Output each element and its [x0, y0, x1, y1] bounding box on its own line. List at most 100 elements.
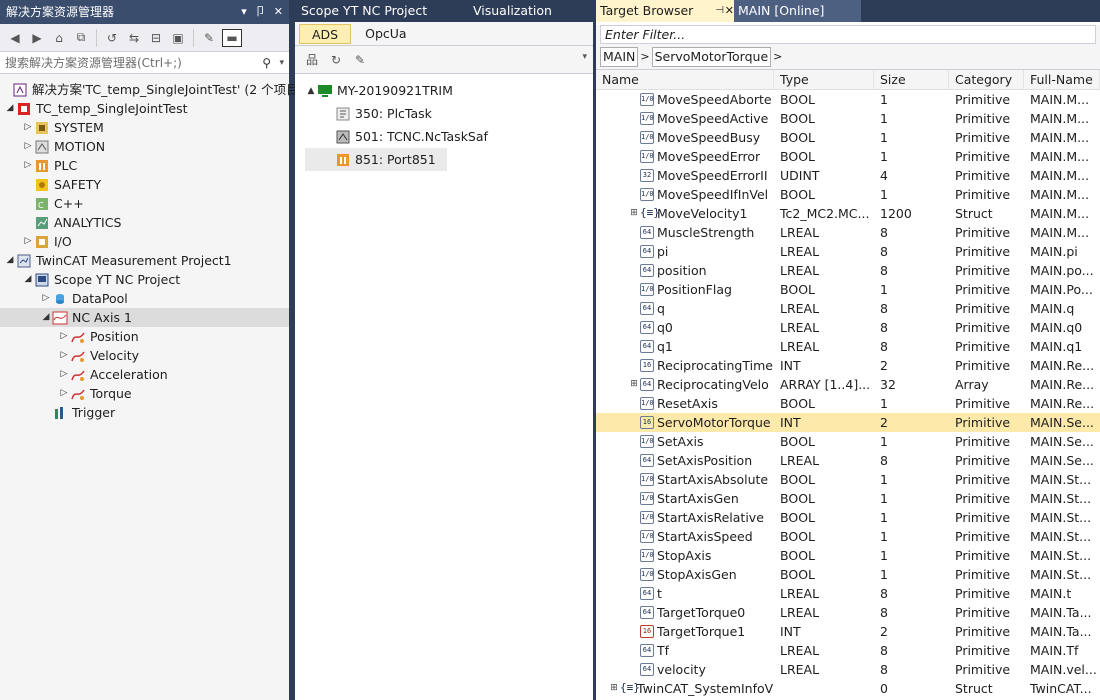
sidebar-item-c++[interactable]: C C++	[0, 194, 289, 213]
sidebar-item-motion[interactable]: ▷ MOTION	[0, 137, 289, 156]
sidebar-item-analytics[interactable]: ANALYTICS	[0, 213, 289, 232]
expand-arrow-icon[interactable]: ▲	[305, 86, 317, 96]
table-row[interactable]: 1/0 StartAxisGen BOOL 1 Primitive MAIN.St...	[596, 489, 1100, 508]
table-row[interactable]: 1/0 StartAxisRelative BOOL 1 Primitive MAIN.S…	[596, 508, 1100, 527]
column-name[interactable]: Name	[596, 70, 774, 89]
table-row[interactable]: 64 q LREAL 8 Primitive MAIN.q	[596, 299, 1100, 318]
sidebar-item-nc-axis-1[interactable]: ◢ NC Axis 1	[0, 308, 289, 327]
table-row[interactable]: 1/0 PositionFlag BOOL 1 Primitive MAIN.Po...	[596, 280, 1100, 299]
expand-arrow-icon[interactable]: ▷	[58, 384, 70, 403]
close-icon[interactable]: ✕	[725, 0, 734, 22]
properties-icon[interactable]: ✎	[200, 29, 218, 47]
table-row[interactable]: 64 velocity LREAL 8 Primitive MAIN.vel...	[596, 660, 1100, 679]
table-row[interactable]: 64 q0 LREAL 8 Primitive MAIN.q0	[596, 318, 1100, 337]
table-row[interactable]: 1/0 MoveSpeedAborte BOOL 1 Primitive MAIN.M..…	[596, 90, 1100, 109]
target-root[interactable]: ▲ MY-20190921TRIM	[305, 79, 593, 102]
table-row[interactable]: 1/0 MoveSpeedError BOOL 1 Primitive MAIN.M...	[596, 147, 1100, 166]
sidebar-item-velocity[interactable]: ▷ Velocity	[0, 346, 289, 365]
table-row[interactable]: 16 TargetTorque1 INT 2 Primitive MAIN.Ta...	[596, 622, 1100, 641]
sidebar-item-acceleration[interactable]: ▷ Acceleration	[0, 365, 289, 384]
table-row[interactable]: ⊞ {≡} TwinCAT_SystemInfoV 0 Struct TwinCAT...	[596, 679, 1100, 698]
table-row[interactable]: 1/0 MoveSpeedActive BOOL 1 Primitive MAIN.M..…	[596, 109, 1100, 128]
table-row[interactable]: 1/0 StopAxisGen BOOL 1 Primitive MAIN.St...	[596, 565, 1100, 584]
table-row[interactable]: 1/0 StopAxis BOOL 1 Primitive MAIN.St...	[596, 546, 1100, 565]
search-options-icon[interactable]: ▾	[279, 52, 284, 74]
tab-main-online[interactable]: MAIN [Online]	[734, 0, 861, 22]
sidebar-item-tc-temp-singlejointtest[interactable]: ◢ TC_temp_SingleJointTest	[0, 99, 289, 118]
home-icon[interactable]: ⌂	[50, 29, 68, 47]
filter-input[interactable]: Enter Filter...	[600, 25, 1096, 44]
sidebar-item-position[interactable]: ▷ Position	[0, 327, 289, 346]
sidebar-item-trigger[interactable]: Trigger	[0, 403, 289, 422]
collapse-arrow-icon[interactable]: ◢	[4, 251, 16, 270]
sidebar-item-torque[interactable]: ▷ Torque	[0, 384, 289, 403]
breadcrumb-servo[interactable]: ServoMotorTorque	[651, 46, 772, 67]
table-row[interactable]: 32 MoveSpeedErrorII UDINT 4 Primitive MAIN.M.…	[596, 166, 1100, 185]
switch-views-icon[interactable]: ⧉	[72, 29, 90, 47]
table-row[interactable]: 16 ReciprocatingTime INT 2 Primitive MAIN.Re.…	[596, 356, 1100, 375]
preview-icon[interactable]: ▬	[222, 28, 242, 47]
expand-arrow-icon[interactable]: ▷	[40, 289, 52, 308]
search-icon[interactable]: ⚲	[262, 52, 271, 74]
expand-arrow-icon[interactable]: ▷	[58, 365, 70, 384]
tab-opcua[interactable]: OpcUa	[353, 24, 418, 44]
target-item[interactable]: 851: Port851	[305, 148, 447, 171]
column-full-name[interactable]: Full-Name	[1024, 70, 1100, 89]
expand-plus-icon[interactable]: ⊞	[608, 679, 620, 698]
table-row[interactable]: 64 TargetTorque0 LREAL 8 Primitive MAIN.Ta...	[596, 603, 1100, 622]
table-row[interactable]: ⊞ {≡} MoveVelocity1 Tc2_MC2.MC... 1200 Struct…	[596, 204, 1100, 223]
table-row[interactable]: ⊞ 64 ReciprocatingVelo ARRAY [1..4]... 32 Arr…	[596, 375, 1100, 394]
table-row[interactable]: 1/0 ResetAxis BOOL 1 Primitive MAIN.Re...	[596, 394, 1100, 413]
sidebar-item-i-o[interactable]: ▷ I/O	[0, 232, 289, 251]
collapse-all-icon[interactable]: ⊟	[147, 29, 165, 47]
breadcrumb-main[interactable]: MAIN	[600, 46, 639, 67]
expand-plus-icon[interactable]: ⊞	[628, 375, 640, 394]
table-row[interactable]: 1/0 MoveSpeedBusy BOOL 1 Primitive MAIN.M...	[596, 128, 1100, 147]
table-row[interactable]: 64 q1 LREAL 8 Primitive MAIN.q1	[596, 337, 1100, 356]
sidebar-item-plc[interactable]: ▷ PLC	[0, 156, 289, 175]
collapse-arrow-icon[interactable]: ◢	[4, 99, 16, 118]
toolbar-dropdown-icon[interactable]: ▾	[582, 52, 587, 62]
table-row[interactable]: 64 t LREAL 8 Primitive MAIN.t	[596, 584, 1100, 603]
table-row[interactable]: 64 pi LREAL 8 Primitive MAIN.pi	[596, 242, 1100, 261]
target-item[interactable]: 501: TCNC.NcTaskSaf	[305, 125, 593, 148]
history-icon[interactable]: ↺	[103, 29, 121, 47]
show-all-files-icon[interactable]: ▣	[169, 29, 187, 47]
column-category[interactable]: Category	[949, 70, 1024, 89]
back-icon[interactable]: ◀	[6, 29, 24, 47]
table-row[interactable]: 1/0 MoveSpeedIfInVel BOOL 1 Primitive MAIN.M.…	[596, 185, 1100, 204]
expand-arrow-icon[interactable]: ▷	[22, 137, 34, 156]
tab-visualization[interactable]: Visualization	[467, 0, 558, 22]
dropdown-icon[interactable]: ▾	[241, 0, 247, 24]
forward-icon[interactable]: ▶	[28, 29, 46, 47]
sync-icon[interactable]: ⇆	[125, 29, 143, 47]
close-icon[interactable]: ✕	[274, 0, 283, 24]
tab-target-browser[interactable]: Target Browser ⊣ ✕	[596, 0, 734, 22]
tab-scope-project[interactable]: Scope YT NC Project	[295, 0, 467, 22]
sidebar-item-scope-yt-nc-project[interactable]: ◢ Scope YT NC Project	[0, 270, 289, 289]
wrench-icon[interactable]: ✎	[351, 51, 369, 69]
table-row[interactable]: 1/0 StartAxisAbsolute BOOL 1 Primitive MAIN.S…	[596, 470, 1100, 489]
expand-plus-icon[interactable]: ⊞	[628, 204, 640, 223]
tab-ads[interactable]: ADS	[299, 23, 352, 44]
table-row[interactable]: 64 SetAxisPosition LREAL 8 Primitive MAIN.Se.…	[596, 451, 1100, 470]
expand-arrow-icon[interactable]: ▷	[22, 118, 34, 137]
refresh-icon[interactable]: ↻	[327, 51, 345, 69]
target-item[interactable]: 350: PlcTask	[305, 102, 593, 125]
table-row[interactable]: 64 position LREAL 8 Primitive MAIN.po...	[596, 261, 1100, 280]
solution-root[interactable]: 解决方案'TC_temp_SingleJointTest' (2 个项目)	[0, 80, 304, 99]
expand-arrow-icon[interactable]: ▷	[22, 156, 34, 175]
table-row[interactable]: 64 Tf LREAL 8 Primitive MAIN.Tf	[596, 641, 1100, 660]
column-type[interactable]: Type	[774, 70, 874, 89]
sidebar-item-twincat-measurement-project1[interactable]: ◢ TwinCAT Measurement Project1	[0, 251, 289, 270]
table-row[interactable]: 1/0 StartAxisSpeed BOOL 1 Primitive MAIN.St..…	[596, 527, 1100, 546]
solution-search-input[interactable]: 搜索解决方案资源管理器(Ctrl+;) ⚲ ▾	[0, 52, 289, 74]
table-row[interactable]: 64 MuscleStrength LREAL 8 Primitive MAIN.M...	[596, 223, 1100, 242]
column-size[interactable]: Size	[874, 70, 949, 89]
sidebar-item-datapool[interactable]: ▷ DataPool	[0, 289, 289, 308]
collapse-arrow-icon[interactable]: ◢	[40, 308, 52, 327]
collapse-arrow-icon[interactable]: ◢	[22, 270, 34, 289]
expand-arrow-icon[interactable]: ▷	[22, 232, 34, 251]
table-row[interactable]: 1/0 SetAxis BOOL 1 Primitive MAIN.Se...	[596, 432, 1100, 451]
expand-arrow-icon[interactable]: ▷	[58, 327, 70, 346]
